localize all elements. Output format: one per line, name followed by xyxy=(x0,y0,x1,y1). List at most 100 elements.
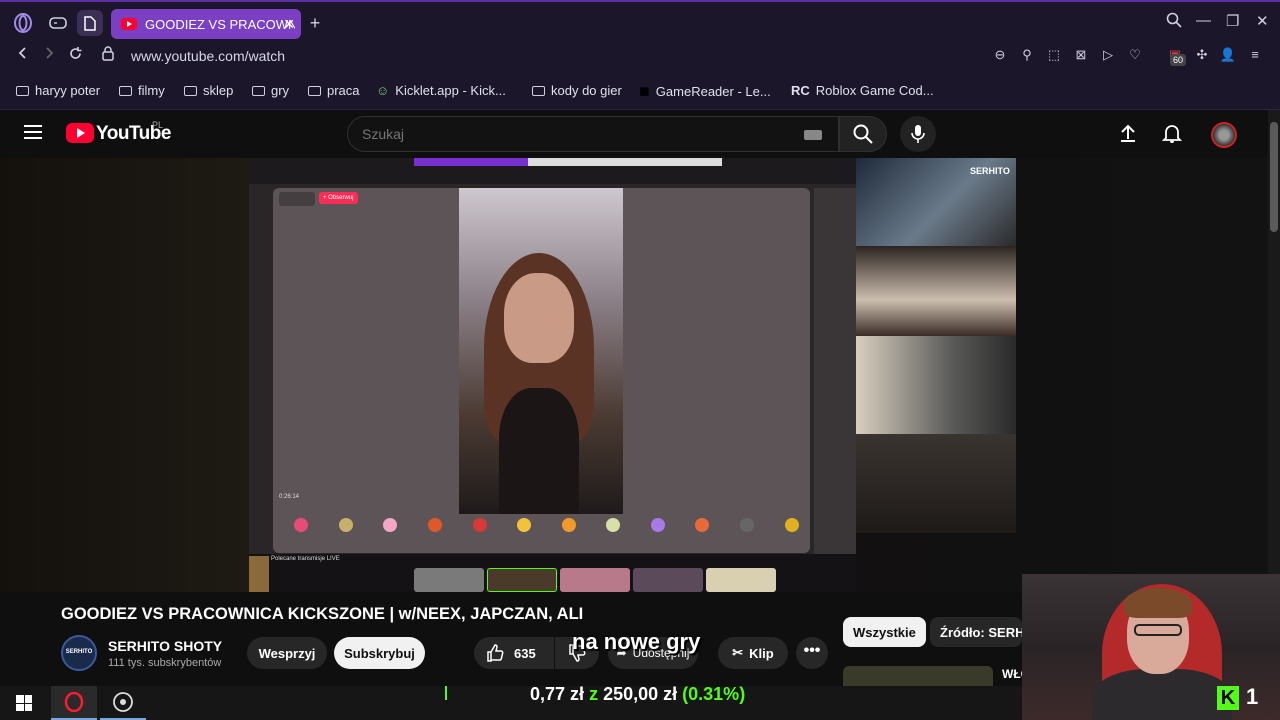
chip-source[interactable]: Źródło: SERHITO SHOTY xyxy=(930,617,1022,647)
bookmark-folder[interactable]: filmy xyxy=(119,83,165,98)
live-thumbnail xyxy=(706,568,776,592)
search-tabs-icon[interactable] xyxy=(1166,12,1182,32)
tiktok-stream-video xyxy=(459,188,623,514)
bookmark-folder[interactable]: sklep xyxy=(184,83,233,98)
gift-item xyxy=(550,516,587,550)
opera-logo-icon[interactable] xyxy=(10,10,36,36)
video-player[interactable]: + Obserwuj 0:26:14 Polecane transmisje L… xyxy=(0,158,1268,592)
captured-progress-fill xyxy=(414,158,529,166)
gift-item xyxy=(684,516,721,550)
related-video-thumbnail[interactable] xyxy=(843,666,993,686)
donation-goal-amount: 250,00 zł xyxy=(603,684,678,704)
url-field[interactable]: www.youtube.com/watch xyxy=(131,48,285,64)
folder-icon xyxy=(16,85,29,96)
account-avatar[interactable] xyxy=(1211,122,1237,148)
gift-item xyxy=(729,516,766,550)
bookmark-folder[interactable]: gry xyxy=(252,83,289,98)
browser-tab-strip: GOODIEZ VS PRACOWNICA KICKSZONE | w/NEEX… xyxy=(0,0,1280,42)
stream-overlay-logo: SERHITO xyxy=(970,166,1010,176)
adblock-icon[interactable]: ⊠ xyxy=(1072,47,1090,65)
youtube-logo-icon[interactable] xyxy=(66,123,94,143)
close-window-icon[interactable]: ✕ xyxy=(1256,12,1269,30)
guide-menu-icon[interactable] xyxy=(24,125,42,139)
reload-icon[interactable] xyxy=(68,46,83,65)
pin-icon[interactable]: ⚲ xyxy=(1018,47,1036,65)
restore-icon[interactable]: ❐ xyxy=(1226,12,1239,30)
active-tab[interactable]: GOODIEZ VS PRACOWNICA KICKSZONE | w/NEEX… xyxy=(111,9,301,39)
streamer-top xyxy=(499,388,579,514)
like-count: 635 xyxy=(514,645,536,661)
streamer-hair xyxy=(1124,588,1192,618)
puzzle-icon[interactable]: ✣ xyxy=(1193,47,1211,65)
profile-icon[interactable]: 👤 xyxy=(1219,47,1237,65)
taskbar-obs-icon[interactable] xyxy=(100,686,146,720)
gift-item xyxy=(372,516,409,550)
channel-avatar[interactable]: SERHITO xyxy=(61,635,97,671)
minimize-icon[interactable]: — xyxy=(1196,12,1211,29)
tab-pages-icon[interactable] xyxy=(77,10,103,36)
gift-item xyxy=(595,516,632,550)
kicklet-icon: ☺ xyxy=(376,83,390,98)
forward-icon[interactable] xyxy=(42,46,56,64)
keyboard-icon[interactable] xyxy=(804,130,822,140)
youtube-favicon-icon xyxy=(121,18,137,30)
snapshot-icon[interactable]: ⬚ xyxy=(1045,47,1063,65)
bookmark-folder[interactable]: haryy poter xyxy=(16,83,100,98)
channel-name[interactable]: SERHITO SHOTY xyxy=(108,638,222,654)
folder-icon xyxy=(119,85,132,96)
bookmark-link[interactable]: ☺ Kicklet.app - Kick... xyxy=(376,83,506,98)
more-actions-button[interactable]: ••• xyxy=(796,637,828,669)
live-thumbnail xyxy=(414,568,484,592)
close-tab-icon[interactable]: ✕ xyxy=(283,16,295,33)
search-button[interactable] xyxy=(839,116,887,152)
new-tab-icon[interactable]: + xyxy=(302,10,328,36)
thumbs-up-icon xyxy=(487,644,504,662)
play-icon[interactable]: ▷ xyxy=(1099,47,1117,65)
gift-item xyxy=(417,516,454,550)
bookmark-link[interactable]: ◼ GameReader - Le... xyxy=(639,83,771,99)
live-thumbnail xyxy=(560,568,630,592)
scroll-thumb[interactable] xyxy=(1270,122,1278,232)
bookmarks-bar: haryy poter filmy sklep gry praca ☺ Kickl… xyxy=(0,72,1280,110)
windows-start-icon[interactable] xyxy=(16,695,32,711)
voice-search-button[interactable] xyxy=(900,116,936,152)
streamer-body xyxy=(1092,669,1232,720)
gamereader-icon: ◼ xyxy=(639,83,650,98)
back-icon[interactable] xyxy=(16,46,30,64)
live-thumbnail xyxy=(633,568,703,592)
page-scrollbar[interactable] xyxy=(1268,110,1280,590)
bookmark-folder[interactable]: kody do gier xyxy=(532,83,622,98)
recommended-lives-strip: Polecane transmisje LIVE xyxy=(249,554,856,592)
zoom-out-icon[interactable]: ⊖ xyxy=(991,47,1009,65)
chip-all[interactable]: Wszystkie xyxy=(843,617,926,647)
menu-icon[interactable]: ≡ xyxy=(1246,47,1264,65)
search-input[interactable] xyxy=(362,126,782,142)
gift-item xyxy=(328,516,365,550)
scissors-icon: ✂ xyxy=(732,645,744,660)
gift-item xyxy=(283,516,320,550)
recommended-lives-label: Polecane transmisje LIVE xyxy=(271,556,340,562)
gift-item xyxy=(506,516,543,550)
clip-button[interactable]: ✂ Klip xyxy=(718,637,788,669)
heart-icon[interactable]: ♡ xyxy=(1126,47,1144,65)
bookmark-folder[interactable]: praca xyxy=(308,83,360,98)
folder-icon xyxy=(532,85,545,96)
upload-icon[interactable] xyxy=(1118,123,1138,148)
lock-icon[interactable] xyxy=(102,46,114,65)
support-button[interactable]: Wesprzyj xyxy=(247,637,327,669)
webcam-guest-2 xyxy=(856,246,1016,336)
subscribe-button[interactable]: Subskrybuj xyxy=(334,637,425,669)
bookmark-link[interactable]: RC Roblox Game Cod... xyxy=(791,83,934,98)
streamer-tag xyxy=(279,192,315,206)
overlay-caption: na nowe gry xyxy=(572,629,701,654)
notifications-bell-icon[interactable] xyxy=(1161,123,1183,148)
like-button[interactable]: 635 xyxy=(474,637,554,669)
live-thumbnail xyxy=(487,568,557,592)
gamepad-icon[interactable] xyxy=(45,10,71,36)
guest-webcams xyxy=(856,158,1016,533)
search-box xyxy=(347,116,839,152)
taskbar-opera-icon[interactable] xyxy=(51,686,97,720)
search-icon xyxy=(853,124,873,144)
country-code: PL xyxy=(152,120,164,130)
gift-item xyxy=(640,516,677,550)
